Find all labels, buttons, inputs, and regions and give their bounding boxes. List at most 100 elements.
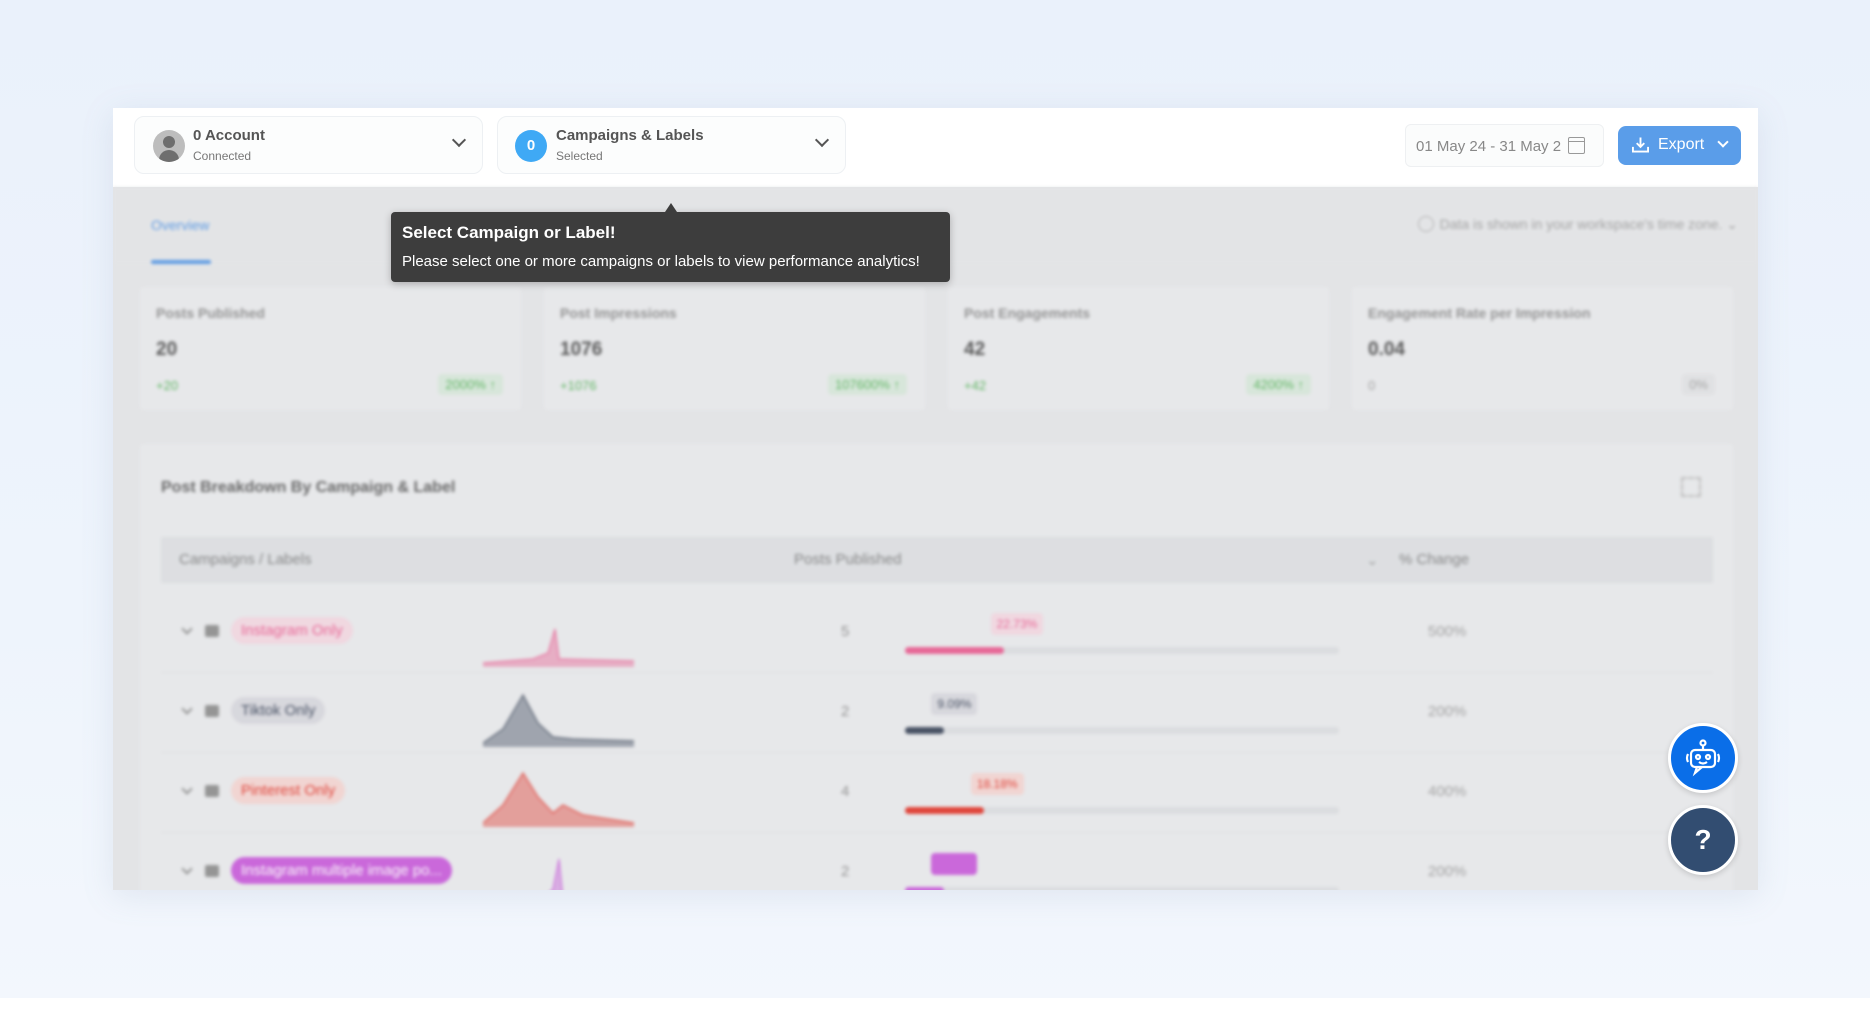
label-pill: Tiktok Only (231, 697, 326, 724)
share-bar: 22.73% (905, 613, 1339, 654)
sort-icon[interactable]: ⌄ (1366, 551, 1379, 569)
kpi-label: Post Engagements (964, 305, 1091, 321)
posts-count: 2 (841, 863, 850, 880)
kpi-delta: +42 (964, 378, 987, 393)
kpi-value: 42 (964, 339, 986, 360)
kpi-pct-badge: 4200% ↑ (1246, 374, 1311, 395)
share-bar-fill (905, 807, 984, 814)
active-tab-indicator (151, 260, 211, 264)
campaign-icon (205, 785, 219, 797)
posts-count: 4 (841, 783, 850, 800)
kpi-card-post-impressions: Post Impressions 1076 +1076 107600% ↑ (544, 287, 925, 410)
kpi-delta: 0 (1368, 378, 1376, 393)
table-row[interactable]: Instagram multiple image po... 2 9.09% 2… (161, 833, 1713, 890)
pct-change: 200% (1428, 703, 1467, 720)
table-row[interactable]: Instagram Only 5 22.73% 500% (161, 593, 1713, 673)
share-bar: 9.09% (905, 853, 1339, 890)
export-label: Export (1658, 136, 1705, 153)
share-tag: 9.09% (931, 693, 978, 715)
kpi-delta: +1076 (560, 378, 597, 393)
date-range-picker[interactable]: 01 May 24 - 31 May 2 (1405, 124, 1604, 167)
kpi-label: Posts Published (156, 305, 265, 321)
column-header-campaigns[interactable]: Campaigns / Labels (179, 551, 312, 568)
kpi-pct-badge: 107600% ↑ (827, 374, 907, 395)
ai-assistant-button[interactable] (1668, 723, 1738, 793)
avatar-icon (153, 130, 185, 162)
kpi-card-post-engagements: Post Engagements 42 +42 4200% ↑ (948, 287, 1329, 410)
info-icon (1417, 216, 1434, 232)
posts-count: 2 (841, 703, 850, 720)
sparkline (483, 693, 634, 747)
table-row[interactable]: Tiktok Only 2 9.09% 200% (161, 673, 1713, 753)
select-campaign-tooltip: Select Campaign or Label! Please select … (391, 203, 950, 282)
tag-icon (205, 865, 219, 877)
label-pill: Instagram multiple image po... (231, 857, 452, 884)
help-button[interactable]: ? (1668, 805, 1738, 875)
timezone-note[interactable]: Data is shown in your workspace's time z… (1417, 216, 1738, 233)
share-tag: 9.09% (931, 853, 978, 875)
kpi-value: 20 (156, 339, 178, 360)
campaign-icon (205, 625, 219, 637)
column-header-posts-published[interactable]: Posts Published (794, 551, 902, 568)
timezone-text: Data is shown in your workspace's time z… (1439, 216, 1723, 232)
chevron-down-icon[interactable] (181, 783, 193, 795)
robot-icon (1685, 739, 1721, 777)
pct-change: 400% (1428, 783, 1467, 800)
chevron-down-icon[interactable] (181, 623, 193, 635)
export-button[interactable]: Export (1618, 126, 1741, 165)
download-icon (1632, 137, 1649, 153)
kpi-label: Post Impressions (560, 305, 677, 321)
analytics-window: 0 Account Connected 0 Campaigns & Labels… (113, 108, 1758, 890)
expand-icon[interactable] (1681, 477, 1701, 497)
calendar-icon (1568, 137, 1585, 154)
table-header: Campaigns / Labels Posts Published ⌄ % C… (161, 537, 1713, 583)
campaign-icon (205, 705, 219, 717)
sparkline (483, 628, 634, 667)
chevron-down-icon (1717, 136, 1729, 148)
kpi-card-engagement-rate: Engagement Rate per Impression 0.04 0 0% (1352, 287, 1733, 410)
campaign-count-badge: 0 (515, 130, 547, 162)
campaigns-title: Campaigns & Labels (556, 127, 704, 144)
post-breakdown-panel: Post Breakdown By Campaign & Label Campa… (140, 444, 1733, 890)
chevron-down-icon (814, 132, 830, 148)
kpi-label: Engagement Rate per Impression (1368, 305, 1591, 321)
share-bar-fill (905, 727, 945, 734)
share-bar: 9.09% (905, 693, 1339, 734)
campaigns-selector[interactable]: 0 Campaigns & Labels Selected (497, 116, 846, 174)
account-title: 0 Account (193, 127, 265, 144)
sparkline (483, 771, 634, 827)
kpi-card-posts-published: Posts Published 20 +20 2000% ↑ (140, 287, 521, 410)
share-tag: 18.18% (970, 773, 1024, 795)
kpi-delta: +20 (156, 378, 179, 393)
kpi-pct-badge: 0% (1682, 374, 1715, 395)
chevron-down-icon (451, 132, 467, 148)
tooltip-title: Select Campaign or Label! (402, 223, 616, 242)
kpi-pct-badge: 2000% ↑ (438, 374, 503, 395)
page-footer-strip (0, 998, 1870, 1010)
filter-bar: 0 Account Connected 0 Campaigns & Labels… (113, 108, 1758, 187)
sparkline (550, 858, 563, 890)
kpi-value: 0.04 (1368, 339, 1405, 360)
campaigns-subtitle: Selected (556, 149, 603, 163)
table-row[interactable]: Pinterest Only 4 18.18% 400% (161, 753, 1713, 833)
column-header-change[interactable]: % Change (1399, 551, 1469, 568)
kpi-value: 1076 (560, 339, 603, 360)
share-bar: 18.18% (905, 773, 1339, 814)
account-subtitle: Connected (193, 149, 252, 163)
pct-change: 500% (1428, 623, 1467, 640)
chevron-down-icon[interactable] (181, 703, 193, 715)
label-pill: Pinterest Only (231, 777, 346, 804)
account-selector[interactable]: 0 Account Connected (134, 116, 483, 174)
date-range-text: 01 May 24 - 31 May 2 (1416, 138, 1562, 155)
tab-overview[interactable]: Overview (151, 217, 209, 233)
label-pill: Instagram Only (231, 617, 353, 644)
share-bar-fill (905, 887, 945, 890)
posts-count: 5 (841, 623, 850, 640)
dashboard-content: Overview Data is shown in your workspace… (113, 187, 1758, 890)
share-tag: 22.73% (990, 613, 1044, 635)
panel-title: Post Breakdown By Campaign & Label (161, 479, 456, 496)
tooltip-body: Please select one or more campaigns or l… (402, 253, 920, 270)
share-bar-fill (905, 647, 1004, 654)
pct-change: 200% (1428, 863, 1467, 880)
chevron-down-icon[interactable] (181, 863, 193, 875)
